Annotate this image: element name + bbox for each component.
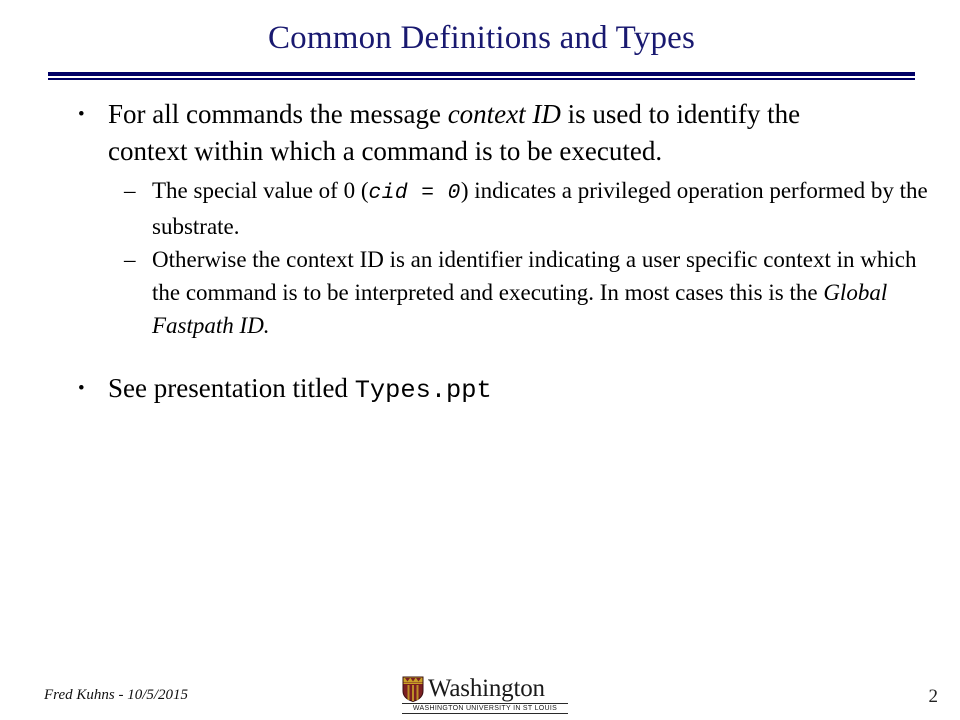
page-number: 2 — [928, 686, 939, 707]
bullet-1-text-part-1: For all commands the message — [108, 99, 448, 129]
sub-2-text-part-1: Otherwise the context ID is an identifie… — [152, 247, 917, 305]
bullet-item-1: • For all commands the message context I… — [78, 96, 878, 170]
logo-row: Washington — [402, 670, 572, 702]
sub-bullet-marker: – — [124, 247, 136, 272]
sub-bullet-item-2: – Otherwise the context ID is an identif… — [124, 243, 934, 342]
bullet-1-italic-context-id: context ID — [447, 99, 561, 129]
sub-bullet-marker: – — [124, 178, 136, 203]
bullet-marker: • — [78, 378, 85, 399]
shield-crest-icon — [402, 676, 424, 702]
logo-wordmark: Washington — [428, 675, 545, 702]
bullet-item-2: • See presentation titled Types.ppt — [78, 370, 878, 409]
bullet-marker: • — [78, 104, 85, 125]
bullet-text-2: See presentation titled Types.ppt — [108, 370, 820, 409]
title-divider-thin-line — [48, 78, 915, 80]
title-divider — [48, 72, 915, 80]
bullet-2-text-part-1: See presentation titled — [108, 373, 355, 403]
washington-university-logo: Washington WASHINGTON UNIVERSITY IN ST L… — [402, 670, 572, 716]
slide-footer: Fred Kuhns - 10/5/2015 Washington WASHIN… — [0, 664, 960, 720]
sub-bullet-text-1: The special value of 0 (cid = 0) indicat… — [152, 174, 934, 243]
sub-bullet-item-1: – The special value of 0 (cid = 0) indic… — [124, 174, 934, 243]
bullet-2-code-types-ppt: Types.ppt — [354, 376, 492, 405]
sub-1-code-cid: cid = 0 — [368, 181, 461, 205]
slide-body: • For all commands the message context I… — [0, 96, 960, 409]
sub-1-text-part-1: The special value of 0 ( — [152, 178, 369, 203]
sub-bullet-group: – The special value of 0 (cid = 0) indic… — [0, 174, 960, 342]
bullet-text-1: For all commands the message context ID … — [108, 96, 820, 170]
sub-bullet-text-2: Otherwise the context ID is an identifie… — [152, 243, 934, 342]
footer-author: Fred Kuhns - 10/5/2015 — [44, 687, 189, 703]
logo-subtitle: WASHINGTON UNIVERSITY IN ST LOUIS — [402, 703, 568, 714]
slide: Common Definitions and Types • For all c… — [0, 0, 960, 720]
page-title: Common Definitions and Types — [267, 20, 696, 56]
